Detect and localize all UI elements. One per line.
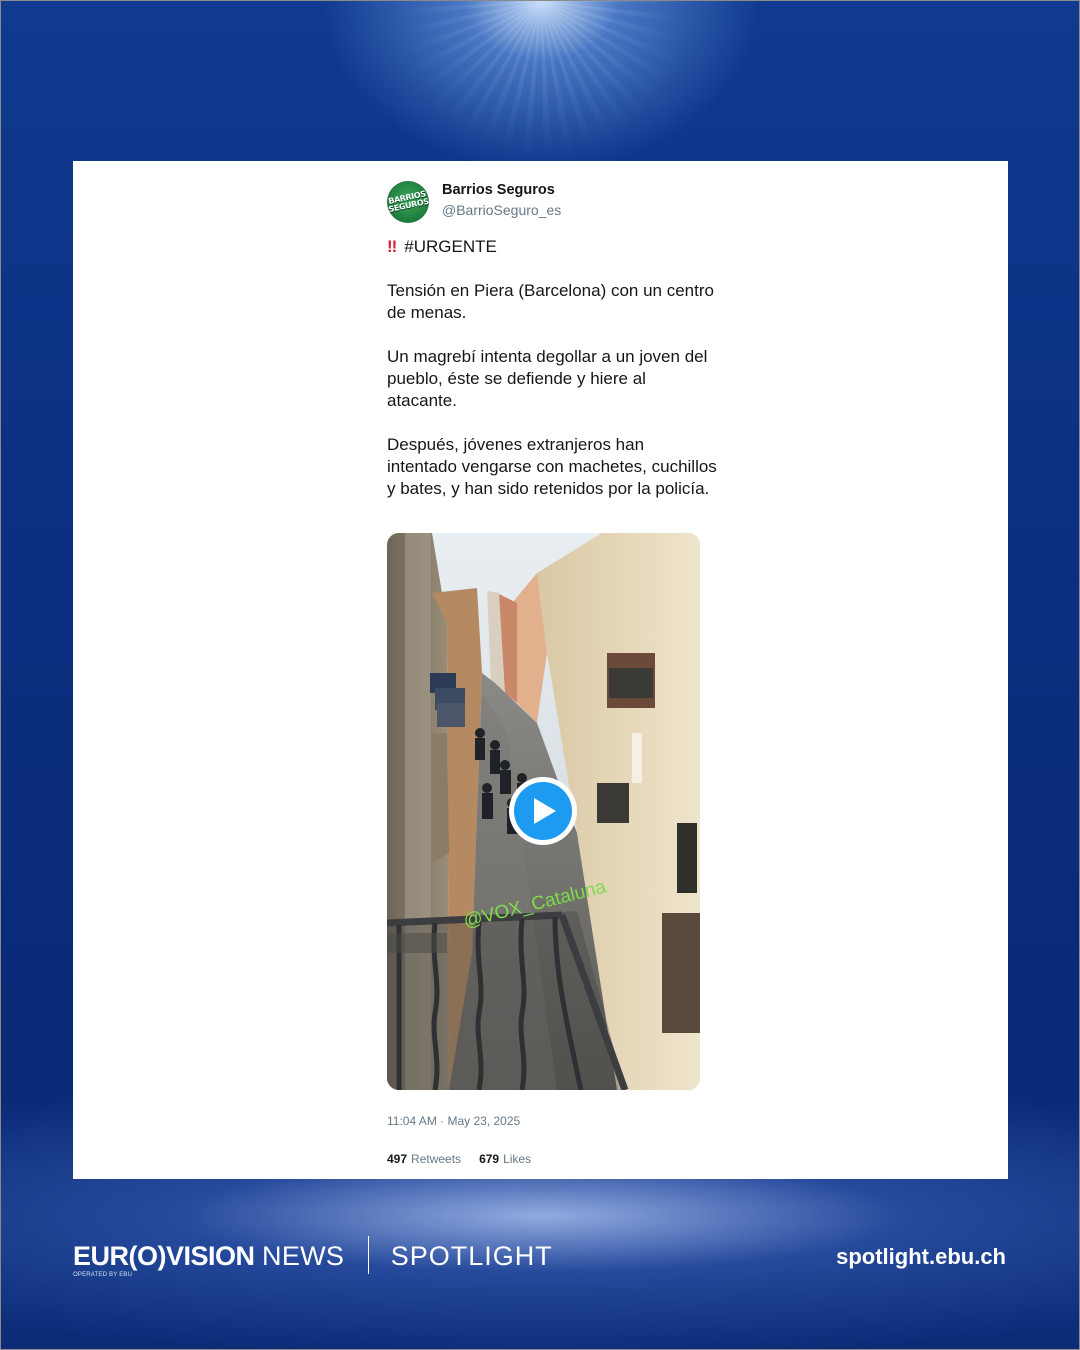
brand-spotlight: SPOTLIGHT bbox=[390, 1241, 553, 1272]
brand-news: NEWS bbox=[262, 1241, 345, 1272]
light-rays bbox=[391, 1, 691, 171]
logo-divider bbox=[367, 1236, 370, 1274]
spotlight-url: spotlight.ebu.ch bbox=[836, 1244, 1006, 1269]
likes-count[interactable]: 679 bbox=[479, 1152, 499, 1166]
user-handle[interactable]: @BarrioSeguro_es bbox=[442, 202, 561, 218]
operated-by-ebu: OPERATED BY EBU bbox=[73, 1272, 133, 1278]
retweets-label[interactable]: Retweets bbox=[411, 1152, 461, 1166]
eurovision-news-spotlight-logo: EUR(O)VISION NEWS SPOTLIGHT OPERATED BY … bbox=[73, 1236, 553, 1289]
avatar[interactable]: BARRIOS SEGUROS bbox=[387, 181, 429, 223]
display-name[interactable]: Barrios Seguros bbox=[442, 182, 555, 198]
retweets-count[interactable]: 497 bbox=[387, 1152, 407, 1166]
likes-label[interactable]: Likes bbox=[503, 1152, 531, 1166]
tweet-body: Tensión en Piera (Barcelona) con un cent… bbox=[387, 281, 717, 498]
play-icon[interactable] bbox=[509, 777, 577, 845]
avatar-logo-text: BARRIOS SEGUROS bbox=[387, 189, 429, 215]
background-frame: BARRIOS SEGUROS Barrios Seguros @BarrioS… bbox=[0, 0, 1080, 1350]
tweet-card: BARRIOS SEGUROS Barrios Seguros @BarrioS… bbox=[73, 161, 1008, 1179]
video-player[interactable]: @VOX_Cataluna bbox=[387, 533, 700, 1090]
brand-eurovision: EUR(O)VISION bbox=[73, 1241, 255, 1272]
tweet-stats: 497 Retweets 679 Likes bbox=[387, 1152, 531, 1166]
video-thumbnail: @VOX_Cataluna bbox=[387, 533, 700, 1090]
tweet-text: ‼ #URGENTE Tensión en Piera (Barcelona) c… bbox=[387, 236, 717, 500]
hashtag-link[interactable]: #URGENTE bbox=[404, 237, 497, 256]
double-exclamation-icon: ‼ bbox=[387, 237, 397, 256]
tweet-timestamp[interactable]: 11:04 AM · May 23, 2025 bbox=[387, 1114, 520, 1128]
